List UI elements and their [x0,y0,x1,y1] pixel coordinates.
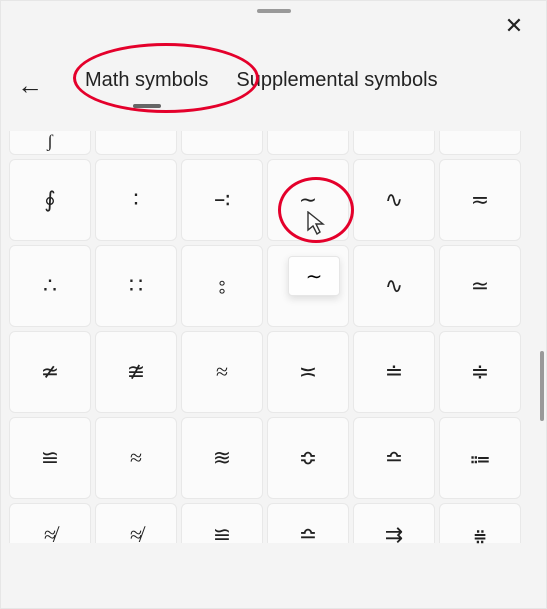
symbol-button[interactable]: ∼ [267,159,349,241]
symbol-row: ≄ ≇ ≈ ≍ ≐ ≑ [9,331,532,413]
symbol-button[interactable]: ≎ [267,417,349,499]
symbol-button[interactable]: ⇉ [353,503,435,543]
symbol-button[interactable]: ∴ [9,245,91,327]
tab-math-symbols[interactable]: Math symbols [85,69,208,102]
symbol-button[interactable] [353,131,435,155]
symbol-button[interactable]: ≏ [267,503,349,543]
symbol-row: ≉ ≉ ≌ ≏ ⇉ ⩷ [9,503,532,543]
symbol-button[interactable]: ∮ [9,159,91,241]
symbol-button[interactable]: ≉ [95,503,177,543]
symbol-row: ∴ ∷ ⦂ ∿ ≃ [9,245,532,327]
symbol-button[interactable] [95,131,177,155]
symbol-button[interactable]: ⩴ [439,417,521,499]
symbol-button[interactable]: ≈ [95,417,177,499]
symbol-button[interactable]: ≈ [181,331,263,413]
symbol-button[interactable]: ≌ [181,503,263,543]
symbol-button[interactable]: ≇ [95,331,177,413]
symbol-button[interactable]: ∹ [181,159,263,241]
symbol-button[interactable]: ≏ [353,417,435,499]
symbol-button[interactable]: ∿ [353,245,435,327]
symbol-preview-tooltip: ∼ [288,256,340,296]
symbol-button[interactable]: ∷ [95,245,177,327]
symbol-button[interactable] [439,131,521,155]
symbol-button[interactable]: ∶ [95,159,177,241]
drag-handle[interactable] [257,9,291,13]
tab-supplemental-symbols[interactable]: Supplemental symbols [236,69,437,102]
close-button[interactable]: ✕ [502,15,526,39]
symbol-button[interactable]: ≍ [267,331,349,413]
symbol-button[interactable]: ⦂ [181,245,263,327]
symbol-row-partial: ʃ [9,131,532,155]
symbol-button[interactable]: ≂ [439,159,521,241]
symbol-button[interactable]: ≌ [9,417,91,499]
category-tabs: Math symbols Supplemental symbols [85,69,438,102]
symbol-row: ≌ ≈ ≋ ≎ ≏ ⩴ [9,417,532,499]
arrow-left-icon: ← [17,70,43,100]
symbol-button[interactable]: ⩷ [439,503,521,543]
symbol-button[interactable]: ≐ [353,331,435,413]
header: ← Math symbols Supplemental symbols [1,57,546,113]
symbol-button[interactable]: ≉ [9,503,91,543]
symbol-button[interactable]: ≋ [181,417,263,499]
symbol-button[interactable]: ∿ [353,159,435,241]
symbol-button[interactable]: ≑ [439,331,521,413]
symbol-row: ∮ ∶ ∹ ∼ ∿ ≂ [9,159,532,241]
symbol-grid-viewport: ʃ ∮ ∶ ∹ ∼ ∿ ≂ ∴ ∷ ⦂ ∿ ≃ ≄ ≇ ≈ ≍ [9,131,532,602]
symbol-button[interactable] [267,131,349,155]
close-icon: ✕ [505,13,523,38]
symbol-button[interactable]: ≄ [9,331,91,413]
back-button[interactable]: ← [1,70,49,101]
symbol-button[interactable]: ʃ [9,131,91,155]
tooltip-symbol: ∼ [306,264,323,289]
scrollbar-thumb[interactable] [540,351,544,421]
symbol-button[interactable]: ≃ [439,245,521,327]
symbol-button[interactable] [181,131,263,155]
symbol-picker-panel: ✕ ← Math symbols Supplemental symbols ʃ … [0,0,547,609]
